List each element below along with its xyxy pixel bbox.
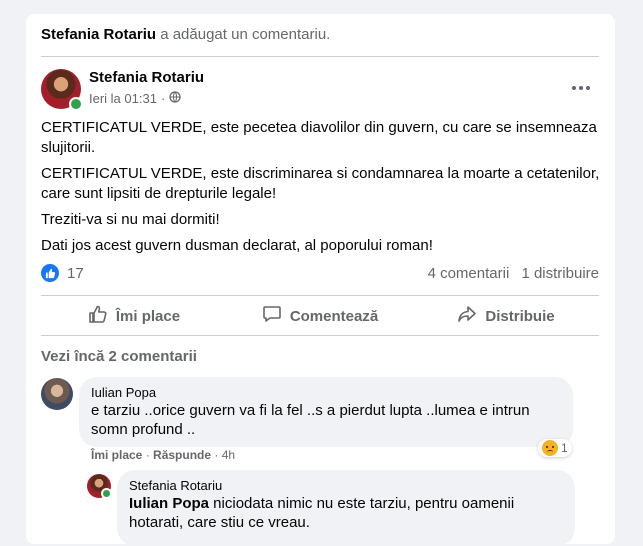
like-count: 17 — [67, 264, 84, 282]
activity-actor[interactable]: Stefania Rotariu — [41, 26, 156, 43]
comment-icon — [262, 304, 282, 328]
activity-action: a adăugat un comentariu. — [160, 26, 331, 43]
post-paragraph: Treziti-va si nu mai dormiti! — [41, 211, 220, 228]
comment-button[interactable]: Comentează — [227, 298, 413, 334]
like-label: Îmi place — [115, 307, 181, 325]
post-paragraph: CERTIFICATUL VERDE, este discriminarea s… — [41, 165, 600, 202]
more-options-icon[interactable] — [566, 76, 596, 100]
comment-reaction-badge[interactable]: 1 — [538, 439, 572, 457]
post-paragraph: Dati jos acest guvern dusman declarat, a… — [41, 237, 433, 254]
post-author[interactable]: Stefania Rotariu — [89, 69, 204, 86]
share-button[interactable]: Distribuie — [413, 298, 599, 334]
thumbs-up-icon — [88, 304, 108, 328]
comment-reply-link[interactable]: Răspunde — [153, 448, 211, 462]
post-body: CERTIFICATUL VERDE, este pecetea diavoli… — [41, 118, 601, 262]
online-status-icon — [69, 97, 83, 111]
post-stats: 4 comentarii 1 distribuire — [428, 265, 599, 282]
share-icon — [457, 304, 477, 328]
comment-actions: Îmi place · Răspunde · 4h — [91, 448, 235, 462]
comment-bubble: Iulian Popa e tarziu ..orice guvern va f… — [79, 377, 573, 447]
comment-like-link[interactable]: Îmi place — [91, 448, 142, 462]
post-actions: Îmi place Comentează Distribuie — [41, 298, 599, 334]
post-paragraph: CERTIFICATUL VERDE, este pecetea diavoli… — [41, 119, 597, 156]
reply-content: Iulian Popa niciodata nimic nu este tarz… — [129, 494, 563, 532]
comment-separator: · — [214, 448, 219, 462]
commenter-avatar[interactable] — [41, 378, 73, 410]
activity-line: Stefania Rotariu a adăugat un comentariu… — [41, 26, 330, 43]
comment-separator: · — [145, 448, 150, 462]
post-meta: Ieri la 01:31 · — [89, 91, 181, 106]
like-button[interactable]: Îmi place — [41, 298, 227, 334]
reply-mention[interactable]: Iulian Popa — [129, 495, 209, 512]
online-status-icon — [101, 488, 112, 499]
comment-age[interactable]: 4h — [222, 448, 235, 462]
comment-text: e tarziu ..orice guvern va fi la fel ..s… — [91, 402, 530, 438]
reply-bubble: Stefania Rotariu Iulian Popa niciodata n… — [117, 470, 575, 546]
reaction-summary[interactable]: 17 — [41, 264, 84, 282]
globe-icon — [169, 91, 181, 106]
post-card: Stefania Rotariu a adăugat un comentariu… — [26, 14, 615, 546]
divider — [41, 56, 599, 57]
view-more-comments-link[interactable]: Vezi încă 2 comentarii — [41, 348, 197, 365]
comment-reaction-count: 1 — [561, 441, 568, 455]
like-reaction-icon — [41, 264, 59, 282]
share-label: Distribuie — [485, 307, 555, 325]
sad-reaction-icon — [542, 440, 558, 456]
divider — [41, 295, 599, 296]
comment-label: Comentează — [289, 307, 379, 325]
meta-separator: · — [160, 91, 166, 106]
post-time[interactable]: Ieri la 01:31 — [89, 91, 157, 106]
comment-author[interactable]: Iulian Popa — [91, 385, 561, 401]
shares-count-link[interactable]: 1 distribuire — [521, 265, 599, 282]
reply-author[interactable]: Stefania Rotariu — [129, 478, 563, 494]
divider — [41, 335, 599, 336]
comments-count-link[interactable]: 4 comentarii — [428, 265, 510, 282]
